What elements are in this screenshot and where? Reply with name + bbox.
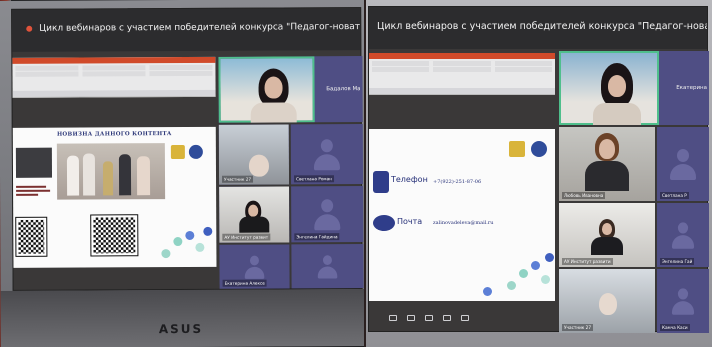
qr-code-icon	[15, 216, 48, 257]
ribbon-commands	[369, 59, 555, 74]
ruler-bar	[12, 89, 216, 97]
speaker-camera	[218, 56, 315, 123]
video-tile[interactable]: АУ Институт развити	[559, 203, 655, 267]
video-tile[interactable]: Светлана Р	[657, 127, 709, 201]
mail-label: Почта	[397, 217, 423, 226]
video-tile[interactable]: Участник 27	[559, 269, 655, 333]
video-tile[interactable]: Бадалов Ма	[218, 56, 363, 123]
asus-logo: ASUS	[158, 321, 204, 337]
qr-code-icon	[90, 214, 139, 257]
coat-of-arms-icon	[170, 144, 185, 160]
avatar-placeholder-icon	[243, 255, 266, 279]
webinar-title-bar: Цикл вебинаров с участием победителей ко…	[12, 8, 361, 52]
ruler-bar	[369, 88, 555, 94]
laptop-bezel	[0, 289, 365, 347]
slide-heading: НОВИЗНА ДАННОГО КОНТЕНТА	[56, 131, 172, 138]
participant-label: Любовь Ивановна	[562, 192, 606, 199]
hand-icon[interactable]	[407, 315, 415, 321]
video-tile[interactable]: Энгелина Гай	[657, 203, 709, 267]
participant-label: Участник 27	[222, 175, 254, 183]
video-tile[interactable]: Екатерина Алексе	[219, 244, 290, 289]
coat-of-arms-icon	[509, 141, 525, 157]
participant-label: Энгелина Гай	[660, 258, 695, 265]
photo-right-screen: Цикл вебинаров с участием победителей ко…	[366, 0, 712, 347]
participant-label: Екатерина Алексе	[222, 279, 267, 287]
webinar-title: Цикл вебинаров с участием победителей ко…	[39, 22, 361, 34]
avatar-placeholder-icon	[312, 139, 342, 171]
chat-icon[interactable]	[389, 315, 397, 321]
laptop-screen-left: Цикл вебинаров с участием победителей ко…	[11, 7, 364, 308]
video-tile[interactable]: Камча Каси	[657, 269, 709, 333]
phone-label: Телефон	[391, 175, 428, 184]
webinar-title: Цикл вебинаров с участием победителей ко…	[377, 21, 707, 32]
presentation-ribbon	[369, 53, 555, 95]
mail-value: zalinovadeleva@mail.ru	[433, 220, 494, 226]
video-tile[interactable]: Участник 27	[218, 124, 290, 185]
avatar-placeholder-icon	[670, 222, 696, 250]
presentation-ribbon	[12, 56, 216, 98]
ribbon-commands	[12, 63, 215, 79]
avatar-placeholder-icon	[316, 255, 339, 279]
participant-camera	[559, 127, 655, 201]
video-tile[interactable]: Светлана Роман	[290, 124, 364, 185]
meeting-toolbar	[389, 315, 469, 321]
participant-label: АУ Институт развит	[222, 233, 271, 241]
slide-small-photo	[15, 147, 53, 178]
participant-label: АУ Институт развити	[562, 258, 613, 265]
video-tile[interactable]	[291, 244, 364, 289]
laptop-screen-right: Цикл вебинаров с участием победителей ко…	[368, 6, 709, 333]
institute-logo-icon	[188, 144, 203, 159]
phone-icon	[373, 171, 389, 193]
institute-logo-icon	[531, 141, 547, 157]
participant-name: Екатерина	[676, 85, 707, 91]
video-tile[interactable]: АУ Институт развит	[219, 186, 290, 243]
avatar-placeholder-icon	[668, 149, 698, 181]
video-tile[interactable]: Энгелина Гайдина	[291, 186, 364, 243]
participant-label: Энгелина Гайдина	[294, 233, 340, 241]
presentation-slide-left: НОВИЗНА ДАННОГО КОНТЕНТА	[12, 126, 217, 268]
phone-value: +7(922)-251-87-06	[433, 179, 482, 185]
photo-left-laptop: Цикл вебинаров с участием победителей ко…	[0, 0, 367, 347]
video-tile[interactable]: Екатерина	[559, 51, 709, 125]
participant-label: Камча Каси	[660, 324, 690, 331]
record-dot-icon	[26, 25, 33, 32]
presentation-slide-right: Телефон +7(922)-251-87-06 Почта zalinova…	[369, 129, 555, 301]
slide-caption-lines	[16, 184, 52, 198]
participant-label: Участник 27	[562, 324, 593, 331]
slide-group-photo	[56, 143, 166, 200]
video-tile[interactable]: Любовь Ивановна	[559, 127, 655, 201]
avatar-placeholder-icon	[670, 288, 696, 316]
participant-label: Светлана Р	[660, 192, 689, 199]
mail-icon	[373, 215, 395, 231]
screen-share-icon[interactable]	[425, 315, 433, 321]
participant-label: Светлана Роман	[294, 175, 334, 183]
camera-icon[interactable]	[461, 315, 469, 321]
participant-name: Бадалов Ма	[326, 86, 361, 93]
speaker-camera	[559, 51, 659, 125]
webinar-title-bar: Цикл вебинаров с участием победителей ко…	[369, 7, 707, 49]
microphone-icon[interactable]	[443, 315, 451, 321]
avatar-placeholder-icon	[312, 199, 342, 231]
